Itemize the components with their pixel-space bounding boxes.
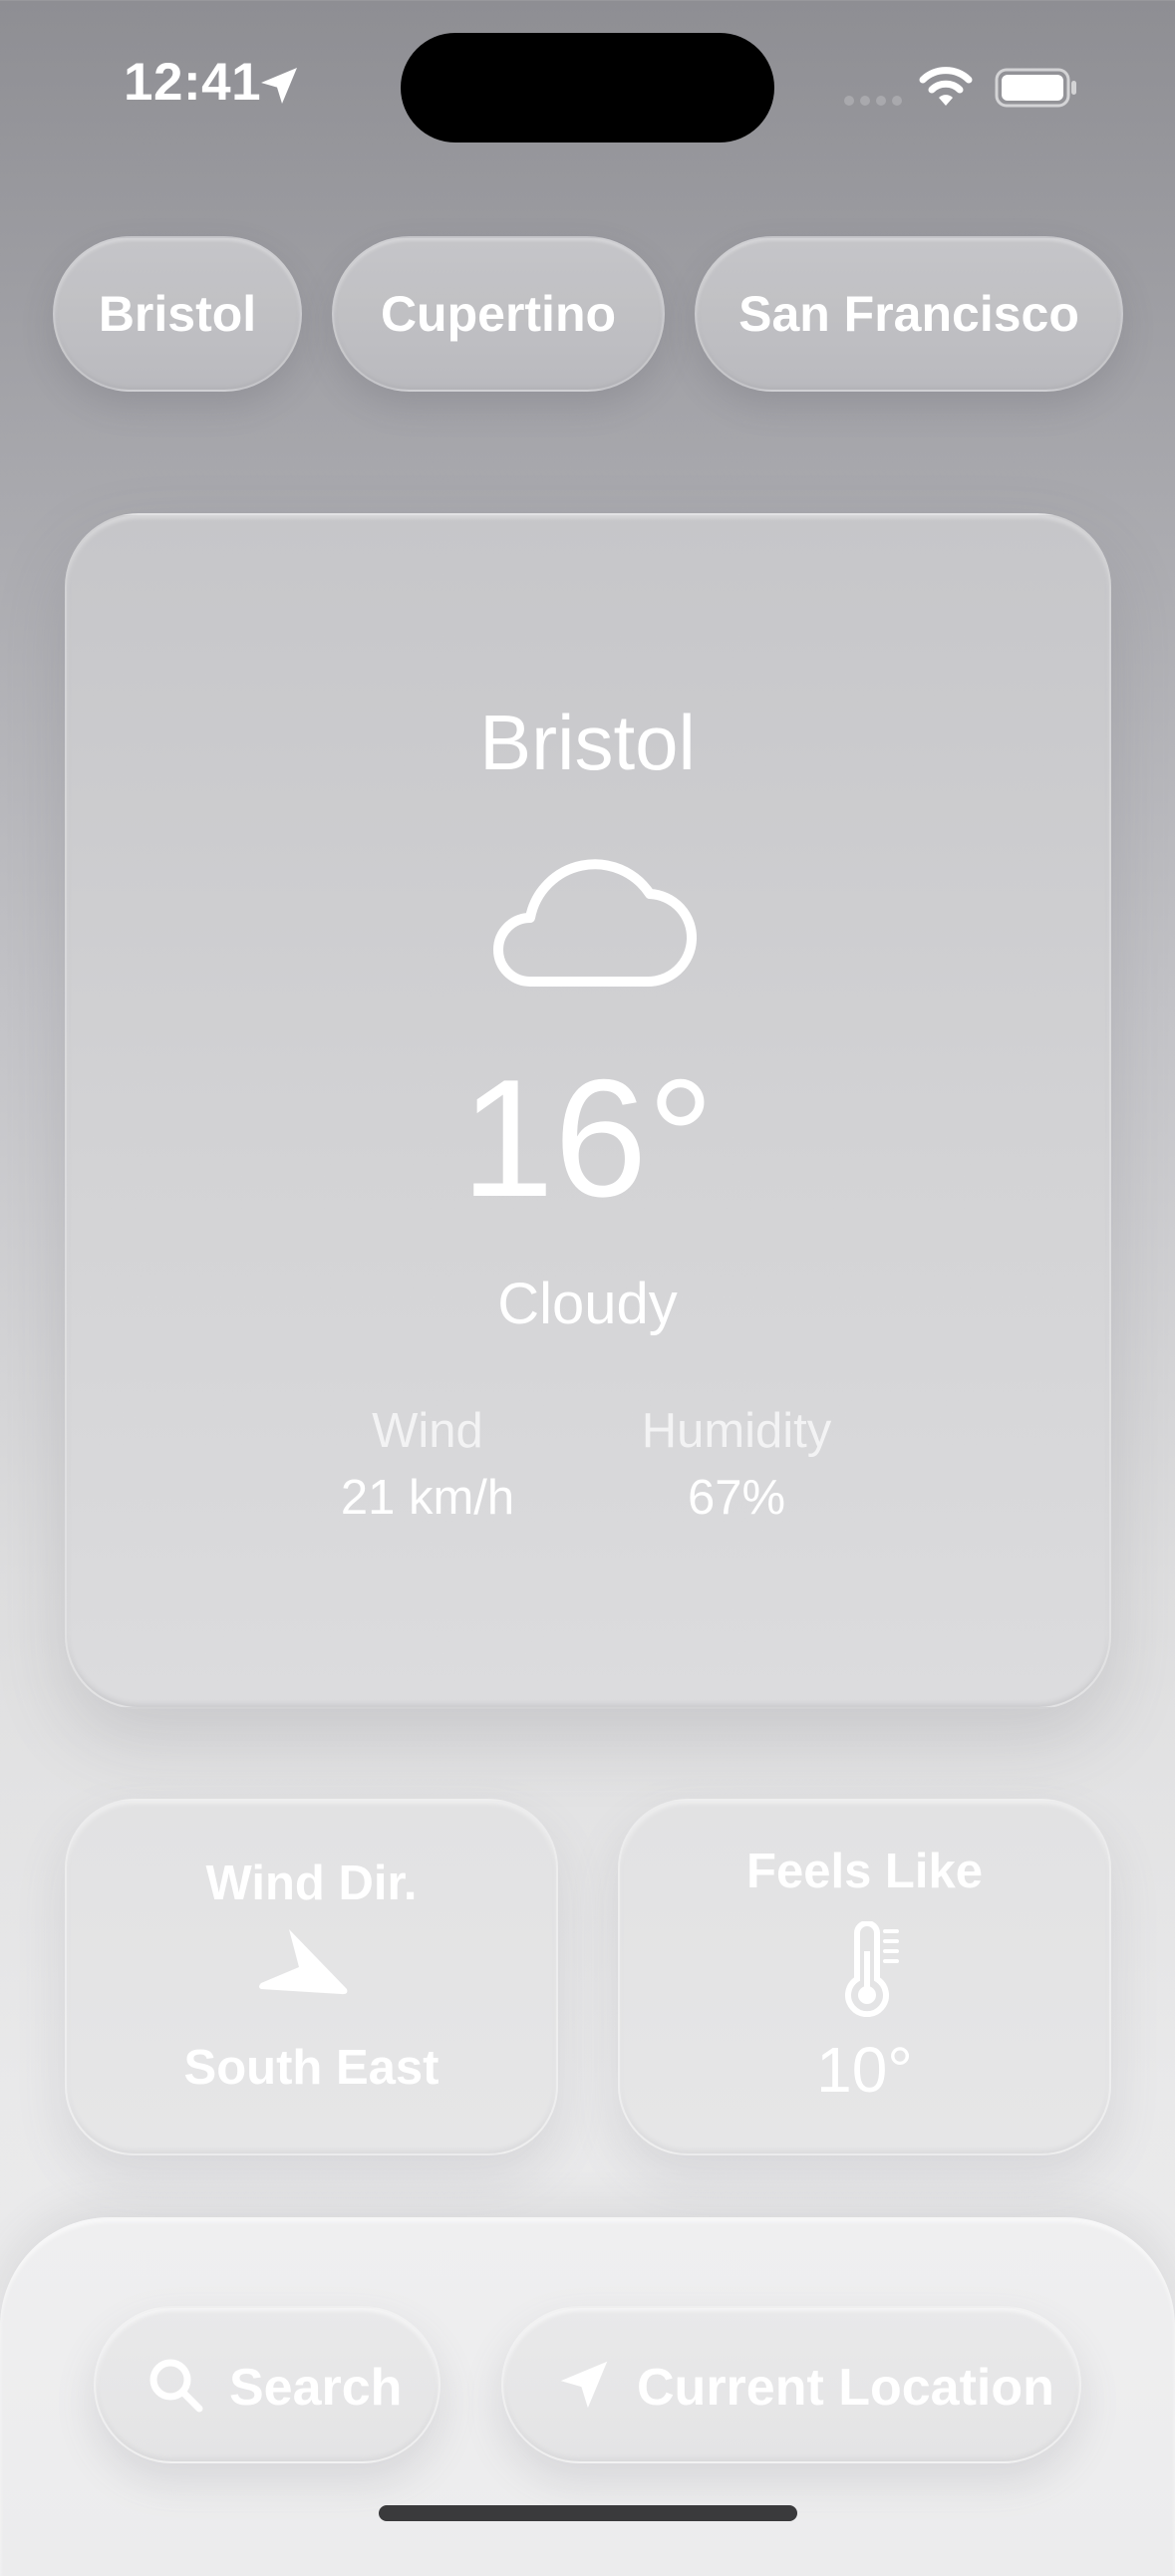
cellular-signal-icon [844,96,902,106]
city-tab-san-francisco[interactable]: San Francisco [695,236,1123,392]
city-tab-cupertino[interactable]: Cupertino [332,236,665,392]
humidity-value: 67% [687,1471,786,1525]
status-time: 12:41 [124,53,262,112]
location-arrow-icon [560,2361,608,2409]
feels-like-title: Feels Like [746,1845,983,1898]
battery-icon [995,68,1076,108]
search-button[interactable]: Search [94,2306,441,2463]
feels-like-value: 10° [816,2034,913,2106]
weather-city: Bristol [479,699,696,786]
wind-direction-value: South East [183,2041,440,2095]
direction-arrow-icon [259,1929,348,1995]
search-icon [149,2359,203,2413]
home-indicator[interactable] [379,2505,797,2521]
current-location-label: Current Location [637,2359,1054,2417]
wind-direction-title: Wind Dir. [205,1857,418,1910]
city-tab-bristol[interactable]: Bristol [53,236,302,392]
search-button-label: Search [229,2359,403,2417]
location-arrow-icon [261,68,297,104]
thermometer-icon [845,1921,899,2017]
wifi-icon [919,67,973,106]
humidity-label: Humidity [641,1404,832,1458]
dynamic-island [401,33,774,143]
wind-label: Wind [372,1404,483,1458]
temperature: 16° [460,1044,715,1232]
weather-condition: Cloudy [497,1272,678,1336]
cloud-icon [493,859,697,988]
current-location-button[interactable]: Current Location [501,2306,1081,2463]
wind-value: 21 km/h [340,1471,515,1525]
